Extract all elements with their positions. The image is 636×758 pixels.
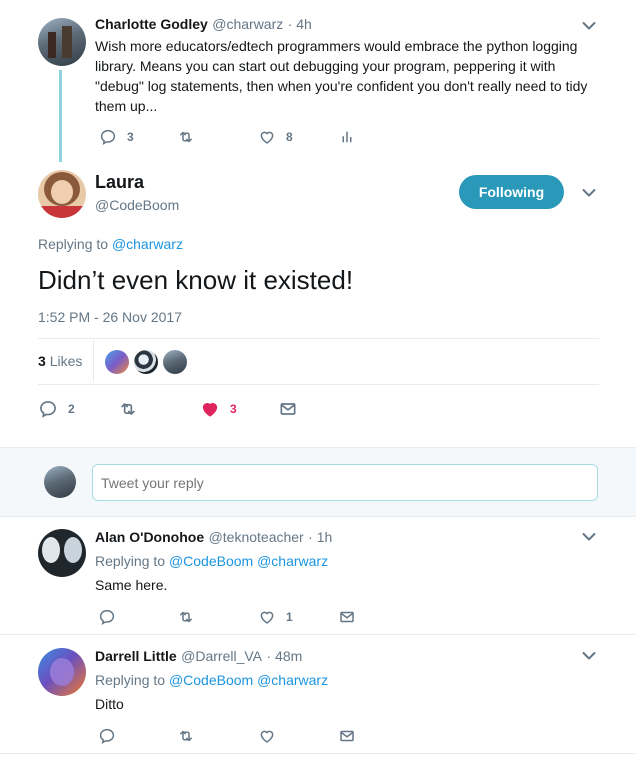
heart-icon — [258, 608, 276, 626]
reply-button[interactable]: 2 — [38, 399, 75, 419]
analytics-button[interactable] — [338, 128, 356, 146]
reply-tweet[interactable]: Darrell Little @Darrell_VA · 48m Replyin… — [0, 636, 636, 754]
retweet-button[interactable] — [177, 727, 195, 745]
like-button[interactable]: 1 — [258, 608, 293, 626]
chevron-down-icon[interactable] — [582, 188, 596, 198]
author-handle[interactable]: @teknoteacher — [209, 529, 304, 545]
dm-button[interactable] — [338, 727, 356, 745]
author-name[interactable]: Charlotte Godley — [95, 16, 208, 32]
divider — [93, 340, 94, 382]
envelope-icon — [338, 727, 356, 745]
heart-icon — [200, 399, 220, 419]
following-label: Following — [478, 184, 545, 200]
tweet-time[interactable]: · 1h — [308, 529, 332, 545]
analytics-icon — [338, 128, 356, 146]
replying-to-link[interactable]: @CodeBoom @charwarz — [169, 553, 328, 569]
replying-prefix: Replying to — [38, 236, 109, 252]
like-count: 1 — [286, 610, 293, 624]
likes-count: 3 — [38, 353, 46, 369]
reply-icon — [98, 727, 116, 745]
envelope-icon — [338, 608, 356, 626]
liker-avatar[interactable] — [105, 350, 129, 374]
divider — [38, 384, 599, 385]
reply-tweet[interactable]: Alan O'Donohoe @teknoteacher · 1h Replyi… — [0, 517, 636, 635]
avatar[interactable] — [38, 170, 86, 218]
tweet-text: Didn’t even know it existed! — [38, 265, 354, 295]
reply-count: 2 — [68, 402, 75, 416]
likes-stat[interactable]: 3 Likes — [38, 353, 82, 369]
retweet-icon — [177, 727, 195, 745]
reply-button[interactable] — [98, 608, 116, 626]
tweet-text: Ditto — [95, 696, 124, 712]
retweet-icon — [177, 608, 195, 626]
retweet-button[interactable] — [118, 399, 138, 419]
like-button[interactable] — [258, 727, 276, 745]
replying-prefix: Replying to — [95, 672, 166, 688]
like-button[interactable]: 8 — [258, 128, 293, 146]
replying-to-link[interactable]: @CodeBoom @charwarz — [169, 672, 328, 688]
envelope-icon — [278, 399, 298, 419]
following-button[interactable]: Following — [459, 175, 564, 209]
replying-prefix: Replying to — [95, 553, 166, 569]
reply-count: 3 — [127, 130, 134, 144]
liker-avatar[interactable] — [163, 350, 187, 374]
heart-icon — [258, 727, 276, 745]
heart-icon — [258, 128, 276, 146]
avatar[interactable] — [44, 466, 76, 498]
divider — [38, 338, 599, 339]
author-handle[interactable]: @Darrell_VA — [181, 648, 262, 664]
dm-button[interactable] — [338, 608, 356, 626]
replying-to-link[interactable]: @charwarz — [112, 236, 183, 252]
dm-button[interactable] — [278, 399, 298, 419]
parent-tweet[interactable]: Charlotte Godley @charwarz · 4h Wish mor… — [0, 0, 636, 162]
avatar[interactable] — [38, 529, 86, 577]
author-name[interactable]: Darrell Little — [95, 648, 177, 664]
retweet-icon — [177, 128, 195, 146]
tweet-time[interactable]: · 48m — [266, 648, 302, 664]
like-count: 8 — [286, 130, 293, 144]
tweet-text: Wish more educators/edtech programmers w… — [95, 38, 588, 114]
reply-composer — [0, 447, 636, 517]
like-button[interactable]: 3 — [200, 399, 237, 419]
retweet-button[interactable] — [177, 608, 195, 626]
reply-icon — [98, 608, 116, 626]
reply-icon — [99, 128, 117, 146]
reply-button[interactable] — [98, 727, 116, 745]
reply-button[interactable]: 3 — [99, 128, 134, 146]
author-handle[interactable]: @CodeBoom — [95, 197, 179, 213]
thread-line — [59, 70, 62, 162]
likes-label: Likes — [49, 353, 83, 369]
tweet-time[interactable]: · 4h — [288, 16, 312, 32]
avatar[interactable] — [38, 18, 86, 66]
retweet-icon — [118, 399, 138, 419]
reply-input[interactable] — [92, 464, 598, 501]
main-tweet: Laura @CodeBoom Following Replying to @c… — [0, 160, 636, 448]
chevron-down-icon[interactable] — [582, 651, 596, 661]
author-handle[interactable]: @charwarz — [212, 16, 283, 32]
reply-icon — [38, 399, 58, 419]
like-count: 3 — [230, 402, 237, 416]
tweet-text: Same here. — [95, 577, 168, 593]
avatar[interactable] — [38, 648, 86, 696]
chevron-down-icon[interactable] — [582, 21, 596, 31]
retweet-button[interactable] — [177, 128, 195, 146]
author-name[interactable]: Alan O'Donohoe — [95, 529, 204, 545]
tweet-timestamp[interactable]: 1:52 PM - 26 Nov 2017 — [38, 309, 182, 325]
author-name[interactable]: Laura — [95, 172, 144, 193]
chevron-down-icon[interactable] — [582, 532, 596, 542]
liker-avatar[interactable] — [134, 350, 158, 374]
